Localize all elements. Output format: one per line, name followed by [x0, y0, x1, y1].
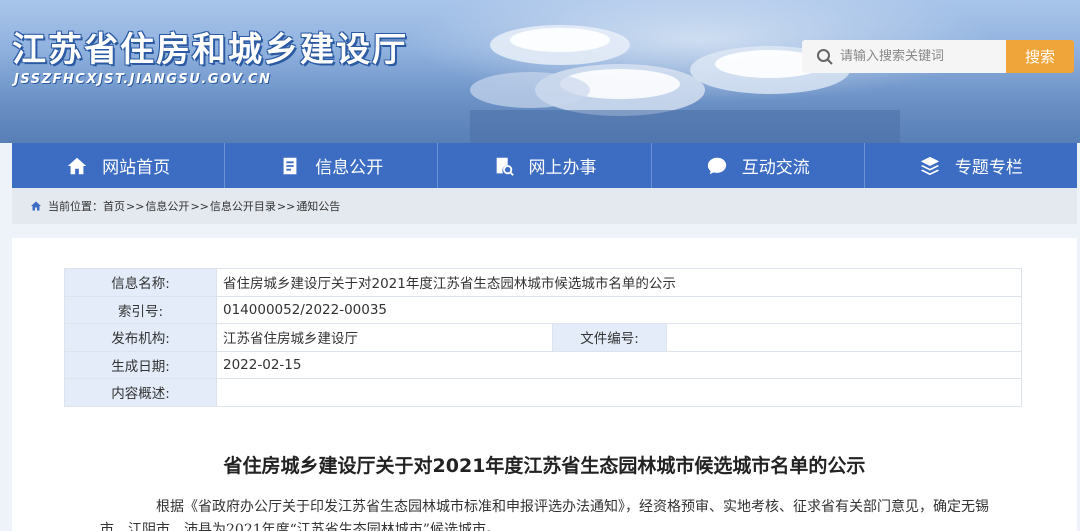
- publisher-label: 发布机构:: [64, 323, 217, 352]
- name-value: 省住房城乡建设厅关于对2021年度江苏省生态园林城市候选城市名单的公示: [216, 268, 1022, 297]
- nav-item-label: 网站首页: [102, 158, 171, 178]
- nav-item-interaction[interactable]: 互动交流: [652, 143, 865, 188]
- home-icon: [67, 157, 87, 174]
- header-banner: 江苏省住房和城乡建设厅 JSSZFHCXJST.JIANGSU.GOV.CN 搜…: [0, 0, 1080, 143]
- article-body: 根据《省政府办公厅关于印发江苏省生态园林城市标准和申报评选办法通知》，经资格预审…: [100, 499, 989, 531]
- breadcrumb-item-info-catalog[interactable]: 信息公开目录: [210, 198, 276, 214]
- chat-icon: [707, 157, 726, 174]
- breadcrumb-separator: >>: [190, 199, 209, 213]
- date-label: 生成日期:: [64, 350, 217, 379]
- date-value: 2022-02-15: [216, 350, 1022, 379]
- file-no-label: 文件编号:: [552, 323, 667, 352]
- nav-item-label: 专题专栏: [954, 158, 1023, 178]
- nav-item-home[interactable]: 网站首页: [12, 143, 226, 188]
- breadcrumb-separator: >>: [126, 199, 145, 213]
- site-title: 江苏省住房和城乡建设厅: [12, 30, 408, 70]
- article-title: 省住房城乡建设厅关于对2021年度江苏省生态园林城市候选城市名单的公示: [223, 455, 866, 477]
- table-row: 内容概述:: [64, 378, 1022, 407]
- search-box: [802, 40, 1006, 73]
- document-icon: [283, 157, 297, 174]
- nav-item-info-disclosure[interactable]: 信息公开: [225, 143, 439, 188]
- breadcrumb-item-info-disclosure[interactable]: 信息公开: [145, 198, 189, 214]
- table-row: 索引号: 014000052/2022-00035: [64, 295, 1022, 324]
- index-label: 索引号:: [64, 295, 217, 324]
- main-nav: 网站首页 信息公开 网上办事 互动交流 专题专栏: [12, 143, 1077, 188]
- site-domain: JSSZFHCXJST.JIANGSU.GOV.CN: [14, 72, 272, 87]
- nav-item-label: 网上办事: [528, 158, 597, 178]
- nav-item-online-services[interactable]: 网上办事: [438, 143, 652, 188]
- file-no-value: [666, 323, 1022, 352]
- breadcrumb-item-home[interactable]: 首页: [103, 198, 125, 214]
- layers-icon: [920, 156, 940, 175]
- publisher-value: 江苏省住房城乡建设厅: [216, 323, 553, 352]
- table-row: 发布机构: 江苏省住房城乡建设厅 文件编号:: [64, 323, 1022, 352]
- table-row: 生成日期: 2022-02-15: [64, 350, 1022, 379]
- nav-item-label: 互动交流: [741, 158, 810, 178]
- breadcrumb-prefix: 当前位置：: [48, 200, 103, 213]
- nav-item-label: 信息公开: [315, 158, 384, 178]
- info-meta-table: 信息名称: 省住房城乡建设厅关于对2021年度江苏省生态园林城市候选城市名单的公…: [64, 268, 1022, 407]
- content-panel: 信息名称: 省住房城乡建设厅关于对2021年度江苏省生态园林城市候选城市名单的公…: [12, 238, 1077, 531]
- summary-value: [216, 378, 1022, 407]
- index-value: 014000052/2022-00035: [216, 295, 1022, 324]
- search-icon: [817, 48, 833, 65]
- search-doc-icon: [496, 157, 514, 176]
- name-label: 信息名称:: [64, 268, 217, 297]
- breadcrumb: 当前位置： 首页 >> 信息公开 >> 信息公开目录 >> 通知公告: [12, 188, 1077, 224]
- breadcrumb-item-notices[interactable]: 通知公告: [296, 198, 340, 214]
- home-icon: [31, 201, 41, 211]
- nav-item-special-topics[interactable]: 专题专栏: [865, 143, 1077, 188]
- search-button[interactable]: 搜索: [1006, 40, 1074, 73]
- table-row: 信息名称: 省住房城乡建设厅关于对2021年度江苏省生态园林城市候选城市名单的公…: [64, 268, 1022, 297]
- breadcrumb-separator: >>: [276, 199, 296, 213]
- search-input[interactable]: [840, 49, 1000, 64]
- summary-label: 内容概述:: [64, 378, 217, 407]
